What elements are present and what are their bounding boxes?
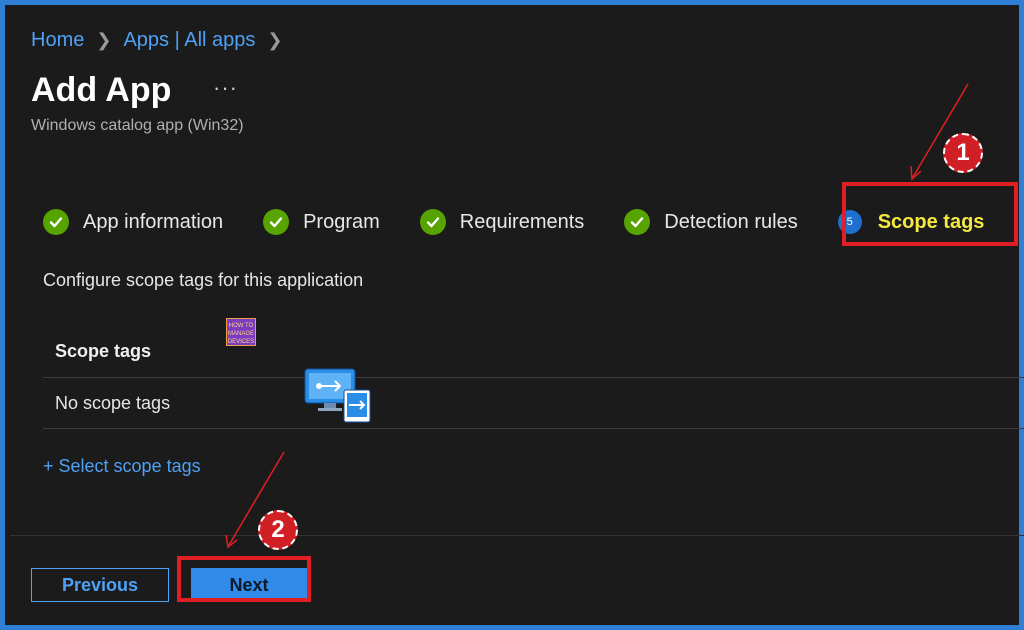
window-frame: Home ❯ Apps | All apps ❯ Add App ··· Win… (0, 0, 1024, 630)
scope-tags-table: Scope tags No scope tags (43, 325, 1024, 429)
chevron-right-icon: ❯ (96, 30, 112, 50)
step-label: Requirements (459, 210, 585, 233)
footer-divider (10, 535, 1024, 536)
callout-1: 1 (943, 133, 983, 173)
step-label: Program (303, 210, 380, 233)
tab-program[interactable]: Program (263, 209, 380, 235)
breadcrumb-home[interactable]: Home (31, 29, 84, 52)
remote-desktop-icon (304, 368, 372, 429)
highlight-box-scope-tags (842, 182, 1018, 246)
callout-2: 2 (258, 510, 298, 550)
page-subtitle: Windows catalog app (Win32) (31, 117, 244, 134)
chevron-right-icon: ❯ (267, 30, 283, 50)
tab-app-information[interactable]: App information (43, 209, 223, 235)
highlight-box-next (177, 556, 311, 602)
tab-detection-rules[interactable]: Detection rules (624, 209, 798, 235)
step-label: App information (83, 210, 224, 233)
table-row: No scope tags (43, 378, 1024, 429)
step-label: Detection rules (664, 210, 798, 233)
watermark-logo: HOW TO MANAGE DEVICES (226, 318, 256, 346)
breadcrumb: Home ❯ Apps | All apps ❯ (31, 29, 295, 52)
table-header: Scope tags (43, 325, 1024, 378)
breadcrumb-apps[interactable]: Apps | All apps (123, 29, 255, 52)
check-circle-icon (419, 209, 446, 235)
check-circle-icon (624, 209, 651, 235)
section-description: Configure scope tags for this applicatio… (43, 270, 364, 290)
page-title: Add App (31, 71, 172, 109)
previous-button[interactable]: Previous (31, 568, 169, 602)
check-circle-icon (263, 209, 290, 235)
check-circle-icon (43, 209, 69, 235)
more-options-button[interactable]: ··· (213, 75, 238, 101)
tab-requirements[interactable]: Requirements (419, 209, 585, 235)
select-scope-tags-link[interactable]: + Select scope tags (43, 456, 201, 477)
